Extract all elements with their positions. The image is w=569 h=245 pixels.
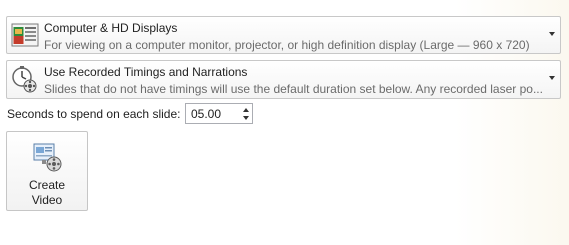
create-video-button[interactable]: Create Video — [6, 131, 88, 211]
create-video-label: Create Video — [7, 178, 87, 208]
video-quality-description: For viewing on a computer monitor, proje… — [44, 38, 530, 52]
increment-arrow-icon[interactable] — [243, 108, 249, 112]
seconds-per-slide-label: Seconds to spend on each slide: — [7, 107, 181, 121]
video-quality-title: Computer & HD Displays — [44, 21, 178, 35]
timings-narrations-title: Use Recorded Timings and Narrations — [44, 65, 248, 79]
timings-narrations-dropdown[interactable]: Use Recorded Timings and Narrations Slid… — [6, 60, 561, 99]
chevron-down-icon[interactable] — [549, 76, 555, 80]
computer-display-icon — [11, 23, 39, 47]
create-video-label-line2: Video — [31, 193, 63, 207]
create-video-icon — [33, 143, 62, 172]
create-video-label-line1: Create — [28, 178, 66, 192]
seconds-per-slide-stepper[interactable]: 05.00 — [185, 103, 253, 124]
seconds-per-slide-value[interactable]: 05.00 — [191, 107, 221, 121]
timings-narration-icon — [12, 66, 37, 93]
chevron-down-icon[interactable] — [549, 32, 555, 36]
video-quality-dropdown[interactable]: Computer & HD Displays For viewing on a … — [6, 16, 561, 54]
decrement-arrow-icon[interactable] — [243, 116, 249, 120]
timings-narrations-description: Slides that do not have timings will use… — [44, 82, 543, 96]
